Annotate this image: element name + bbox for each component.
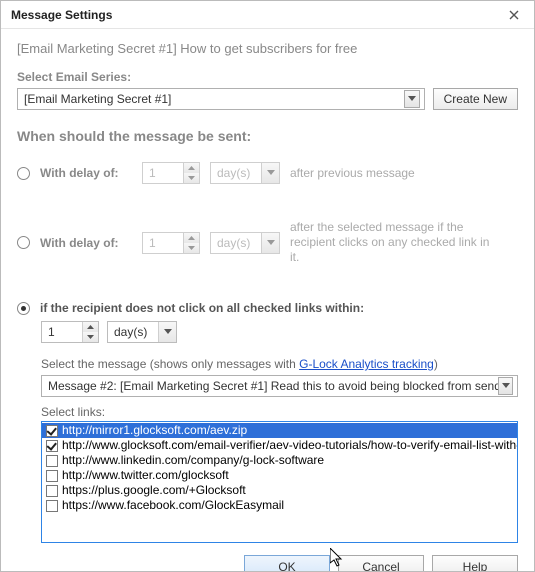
noclick-value-spinner[interactable]: 1	[41, 321, 99, 343]
spinner-buttons	[183, 163, 199, 183]
close-button[interactable]	[494, 1, 534, 29]
schedule-heading: When should the message be sent:	[17, 128, 518, 144]
label-text: )	[434, 357, 438, 371]
spinner-down[interactable]	[184, 243, 199, 253]
cancel-button[interactable]: Cancel	[338, 555, 424, 571]
link-item[interactable]: http://www.linkedin.com/company/g-lock-s…	[42, 453, 517, 468]
delay-unit-dropdown[interactable]: day(s)	[210, 232, 280, 254]
help-button[interactable]: Help	[432, 555, 518, 571]
spinner-up[interactable]	[83, 322, 98, 332]
link-url: https://www.facebook.com/GlockEasymail	[62, 498, 284, 513]
option-no-click: if the recipient does not click on all c…	[17, 301, 518, 315]
titlebar: Message Settings	[1, 1, 534, 29]
chevron-down-icon	[498, 377, 513, 395]
window-title: Message Settings	[11, 8, 112, 22]
message-selected-value: Message #2: [Email Marketing Secret #1] …	[48, 379, 498, 393]
spinner-value: 1	[143, 233, 183, 253]
option-delay-after-previous: With delay of: 1 day(s) after previous m…	[17, 162, 518, 184]
link-checkbox[interactable]	[46, 455, 58, 467]
option-label: With delay of:	[40, 236, 132, 250]
label-text: Select the message (shows only messages …	[41, 357, 299, 371]
message-select-label: Select the message (shows only messages …	[41, 357, 518, 371]
after-text: after previous message	[290, 166, 415, 181]
series-label: Select Email Series:	[17, 70, 518, 84]
link-checkbox[interactable]	[46, 470, 58, 482]
spinner-up[interactable]	[184, 163, 199, 173]
delay-unit-dropdown[interactable]: day(s)	[210, 162, 280, 184]
links-listbox[interactable]: http://mirror1.glocksoft.com/aev.ziphttp…	[41, 421, 518, 543]
delay-value-spinner[interactable]: 1	[142, 162, 200, 184]
delay-value-spinner[interactable]: 1	[142, 232, 200, 254]
message-dropdown[interactable]: Message #2: [Email Marketing Secret #1] …	[41, 375, 518, 397]
spinner-buttons	[183, 233, 199, 253]
unit-value: day(s)	[108, 325, 158, 339]
series-dropdown[interactable]: [Email Marketing Secret #1]	[17, 88, 425, 110]
dialog-footer: OK Cancel Help	[17, 543, 518, 571]
radio-delay-after-click[interactable]	[17, 236, 30, 249]
link-url: http://mirror1.glocksoft.com/aev.zip	[62, 423, 247, 438]
link-checkbox[interactable]	[46, 440, 58, 452]
link-item[interactable]: https://plus.google.com/+Glocksoft	[42, 483, 517, 498]
link-checkbox[interactable]	[46, 425, 58, 437]
chevron-down-icon	[261, 163, 279, 183]
after-text: after the selected message if the recipi…	[290, 220, 500, 265]
unit-value: day(s)	[211, 236, 261, 250]
unit-value: day(s)	[211, 166, 261, 180]
series-selected-value: [Email Marketing Secret #1]	[24, 92, 171, 106]
link-url: http://www.twitter.com/glocksoft	[62, 468, 229, 483]
noclick-unit-dropdown[interactable]: day(s)	[107, 321, 177, 343]
spinner-value: 1	[42, 322, 82, 342]
option-delay-after-click: With delay of: 1 day(s) after the select…	[17, 220, 518, 265]
spinner-down[interactable]	[184, 173, 199, 183]
link-item[interactable]: https://www.facebook.com/GlockEasymail	[42, 498, 517, 513]
ok-button[interactable]: OK	[244, 555, 330, 571]
radio-no-click[interactable]	[17, 302, 30, 315]
link-url: http://www.glocksoft.com/email-verifier/…	[62, 438, 518, 453]
spinner-value: 1	[143, 163, 183, 183]
chevron-down-icon	[404, 90, 420, 108]
chevron-down-icon	[261, 233, 279, 253]
spinner-down[interactable]	[83, 332, 98, 342]
create-new-button[interactable]: Create New	[433, 88, 518, 110]
analytics-tracking-link[interactable]: G-Lock Analytics tracking	[299, 357, 434, 371]
link-item[interactable]: http://www.twitter.com/glocksoft	[42, 468, 517, 483]
message-subject: [Email Marketing Secret #1] How to get s…	[17, 41, 518, 56]
option-label: With delay of:	[40, 166, 132, 180]
spinner-buttons	[82, 322, 98, 342]
chevron-down-icon	[158, 322, 176, 342]
link-item[interactable]: http://www.glocksoft.com/email-verifier/…	[42, 438, 517, 453]
spinner-up[interactable]	[184, 233, 199, 243]
message-settings-dialog: Message Settings [Email Marketing Secret…	[0, 0, 535, 572]
dialog-content: [Email Marketing Secret #1] How to get s…	[1, 29, 534, 571]
link-item[interactable]: http://mirror1.glocksoft.com/aev.zip	[42, 423, 517, 438]
link-url: https://plus.google.com/+Glocksoft	[62, 483, 246, 498]
link-url: http://www.linkedin.com/company/g-lock-s…	[62, 453, 324, 468]
option-label: if the recipient does not click on all c…	[40, 301, 364, 315]
radio-delay-after-previous[interactable]	[17, 167, 30, 180]
close-icon	[509, 10, 519, 20]
link-checkbox[interactable]	[46, 500, 58, 512]
links-label: Select links:	[41, 405, 518, 419]
link-checkbox[interactable]	[46, 485, 58, 497]
